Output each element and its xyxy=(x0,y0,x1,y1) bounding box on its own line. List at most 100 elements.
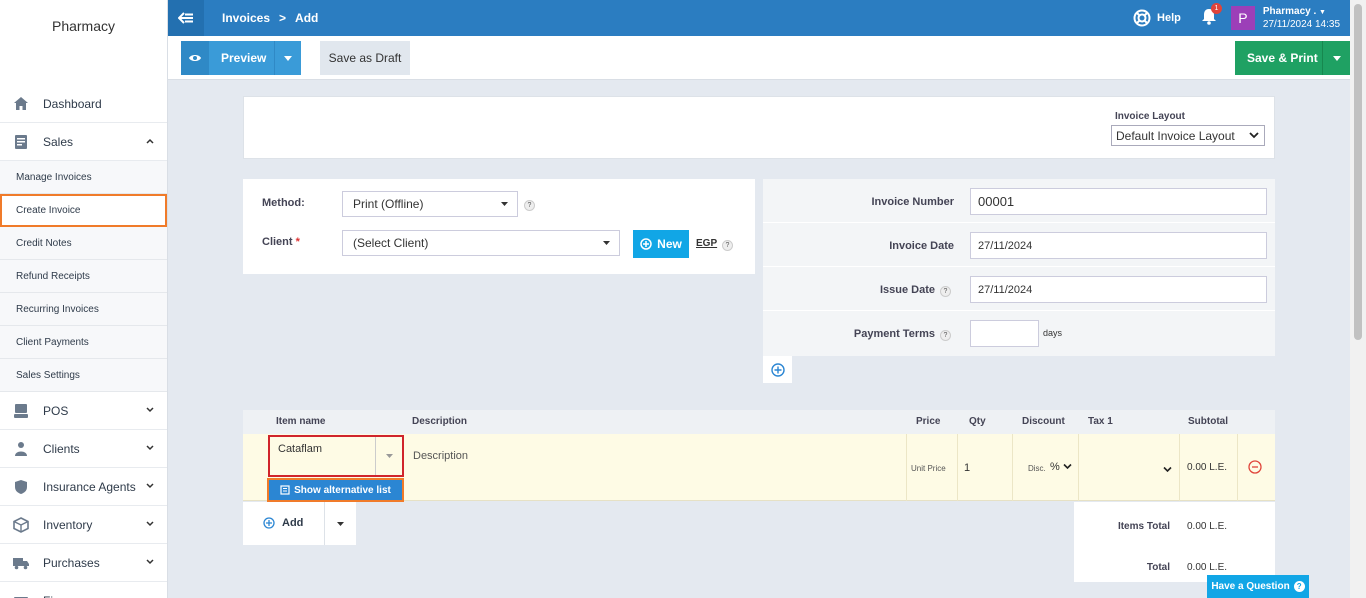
caret-down-icon xyxy=(284,55,292,61)
unit-price-input[interactable]: Unit Price xyxy=(911,464,946,473)
client-select[interactable]: (Select Client) xyxy=(342,230,620,256)
sidebar-item-recurring-invoices[interactable]: Recurring Invoices xyxy=(0,293,167,326)
sidebar-item-label: Dashboard xyxy=(43,96,102,111)
back-button[interactable] xyxy=(168,0,204,36)
header-tax: Tax 1 xyxy=(1088,416,1113,427)
sidebar-item-label: Inventory xyxy=(43,517,93,532)
plus-circle-icon xyxy=(770,362,785,377)
sidebar: Pharmacy Dashboard Sales Manage Invoices… xyxy=(0,0,168,598)
sidebar-item-pos[interactable]: POS xyxy=(0,392,167,430)
have-a-question-button[interactable]: Have a Question ? xyxy=(1207,575,1309,598)
client-label: Client * xyxy=(262,236,300,248)
sidebar-item-label: Purchases xyxy=(43,555,100,570)
help-tooltip-icon[interactable]: ? xyxy=(524,200,535,211)
quantity-input[interactable]: 1 xyxy=(964,462,970,474)
sidebar-item-purchases[interactable]: Purchases xyxy=(0,544,167,582)
total-label: Total xyxy=(1146,562,1170,573)
sidebar-item-sales-settings[interactable]: Sales Settings xyxy=(0,359,167,392)
lifebuoy-icon xyxy=(1133,9,1151,27)
total-value: 0.00 L.E. xyxy=(1187,562,1228,573)
add-item-dropdown-button[interactable] xyxy=(324,502,356,545)
invoice-number-row: Invoice Number 00001 xyxy=(763,179,1275,223)
method-select[interactable]: Print (Offline) xyxy=(342,191,518,217)
sidebar-item-inventory[interactable]: Inventory xyxy=(0,506,167,544)
scrollbar-thumb[interactable] xyxy=(1354,4,1362,340)
invoice-date-label: Invoice Date xyxy=(889,240,954,252)
action-toolbar: Preview Save as Draft Save & Print xyxy=(168,36,1350,80)
discount-type-select[interactable]: % xyxy=(1050,461,1072,473)
issue-date-label: Issue Date xyxy=(879,284,935,296)
invoice-info-panel: Invoice Number 00001 Invoice Date 27/11/… xyxy=(763,179,1275,356)
preview-button[interactable]: Preview xyxy=(181,41,301,75)
add-field-button[interactable] xyxy=(763,356,792,383)
sidebar-item-label: POS xyxy=(43,403,69,418)
caret-down-icon xyxy=(385,454,393,458)
item-dropdown-button[interactable] xyxy=(375,437,402,475)
invoice-layout-value: Default Invoice Layout xyxy=(1116,128,1235,143)
help-tooltip-icon[interactable]: ? xyxy=(940,330,951,341)
client-value: (Select Client) xyxy=(353,236,429,250)
breadcrumb-invoices[interactable]: Invoices xyxy=(222,11,270,25)
chevron-down-icon xyxy=(1063,463,1072,470)
description-input[interactable]: Description xyxy=(413,450,468,462)
top-bar: Invoices > Add Help 1 P Pharmacy . ▼ 27/… xyxy=(168,0,1350,36)
page-scrollbar[interactable] xyxy=(1350,0,1366,598)
user-name: Pharmacy . xyxy=(1262,5,1317,17)
chevron-down-icon xyxy=(1163,466,1172,473)
sidebar-item-label: Fi xyxy=(43,594,53,598)
remove-row-button[interactable] xyxy=(1248,460,1262,477)
item-name-input[interactable]: Cataflam xyxy=(268,435,404,477)
invoice-date-row: Invoice Date 27/11/2024 xyxy=(763,223,1275,267)
sidebar-item-label: Insurance Agents xyxy=(43,479,136,494)
save-as-draft-button[interactable]: Save as Draft xyxy=(320,41,410,75)
sidebar-item-finance[interactable]: Fi xyxy=(0,582,167,598)
invoice-date-input[interactable]: 27/11/2024 xyxy=(970,232,1267,259)
sidebar-item-sales[interactable]: Sales xyxy=(0,123,167,161)
method-label: Method: xyxy=(262,197,305,209)
sidebar-item-refund-receipts[interactable]: Refund Receipts xyxy=(0,260,167,293)
sidebar-item-credit-notes[interactable]: Credit Notes xyxy=(0,227,167,260)
tax-select[interactable] xyxy=(1163,462,1172,476)
chevron-up-icon xyxy=(146,138,154,144)
new-client-button[interactable]: New xyxy=(633,230,689,258)
save-and-print-button[interactable]: Save & Print xyxy=(1235,41,1350,75)
breadcrumb-add: Add xyxy=(295,11,319,25)
shield-icon xyxy=(12,478,30,496)
invoice-layout-select[interactable]: Default Invoice Layout xyxy=(1111,125,1265,146)
back-arrow-icon xyxy=(178,12,193,24)
sidebar-item-clients[interactable]: Clients xyxy=(0,430,167,468)
help-tooltip-icon[interactable]: ? xyxy=(940,286,951,297)
currency-link[interactable]: EGP xyxy=(696,238,717,249)
sidebar-item-client-payments[interactable]: Client Payments xyxy=(0,326,167,359)
header-subtotal: Subtotal xyxy=(1188,416,1228,427)
notifications-button[interactable]: 1 xyxy=(1201,3,1222,28)
invoice-number-input[interactable]: 00001 xyxy=(970,188,1267,215)
show-alternative-list-button[interactable]: Show alternative list xyxy=(267,478,404,502)
chevron-down-icon xyxy=(146,521,154,527)
list-icon xyxy=(280,485,290,495)
items-total-value: 0.00 L.E. xyxy=(1187,521,1228,532)
preview-dropdown-button[interactable] xyxy=(274,41,301,75)
sidebar-item-create-invoice[interactable]: Create Invoice xyxy=(0,194,167,227)
issue-date-input[interactable]: 27/11/2024 xyxy=(970,276,1267,303)
notification-badge: 1 xyxy=(1210,3,1222,14)
help-tooltip-icon[interactable]: ? xyxy=(722,240,733,251)
caret-down-icon xyxy=(1332,55,1341,61)
home-icon xyxy=(12,95,30,113)
user-menu[interactable]: Pharmacy . ▼ 27/11/2024 14:35 xyxy=(1263,6,1340,31)
sidebar-item-dashboard[interactable]: Dashboard xyxy=(0,85,167,123)
invoice-number-label: Invoice Number xyxy=(871,196,954,208)
save-dropdown-button[interactable] xyxy=(1322,41,1350,75)
sidebar-item-insurance-agents[interactable]: Insurance Agents xyxy=(0,468,167,506)
add-item-button[interactable]: Add xyxy=(263,517,303,529)
row-subtotal: 0.00 L.E. xyxy=(1187,462,1228,473)
payment-terms-input[interactable] xyxy=(970,320,1039,347)
sidebar-item-manage-invoices[interactable]: Manage Invoices xyxy=(0,161,167,194)
question-icon: ? xyxy=(1293,581,1305,592)
payment-terms-unit: days xyxy=(1043,328,1063,338)
discount-input[interactable]: Disc. xyxy=(1028,464,1046,473)
finance-icon xyxy=(12,592,30,598)
help-button[interactable]: Help xyxy=(1133,9,1181,27)
avatar[interactable]: P xyxy=(1230,6,1255,30)
table-row: Cataflam Show alternative list Descripti… xyxy=(243,434,1275,502)
